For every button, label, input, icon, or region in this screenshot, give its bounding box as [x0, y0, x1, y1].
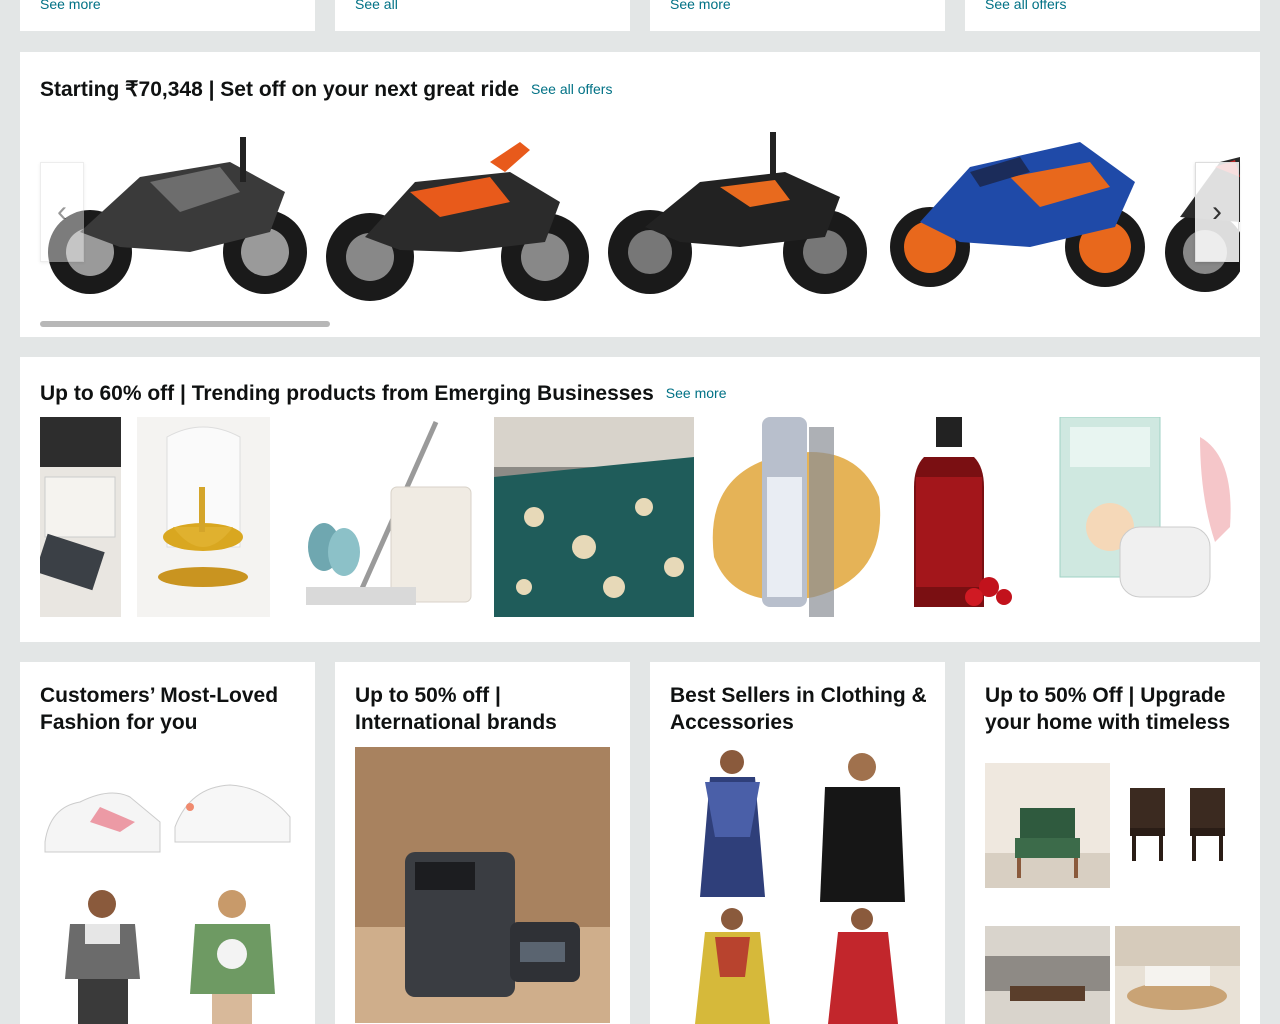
- card-title: Up to 50% Off | Upgrade your home with t…: [985, 684, 1231, 734]
- motorcycle-image: [326, 142, 589, 301]
- armchair-tile[interactable]: [985, 763, 1110, 888]
- bike-item[interactable]: [320, 122, 590, 302]
- carousel-next-button[interactable]: ›: [1195, 162, 1239, 262]
- trending-section-title: Up to 60% off | Trending products from E…: [40, 382, 727, 406]
- bikes-carousel-card: Starting ₹70,348 | Set off on your next …: [20, 52, 1260, 337]
- see-more-link[interactable]: See more: [666, 385, 727, 401]
- clothing-image: [40, 884, 165, 1024]
- living-room-tile[interactable]: [985, 926, 1110, 1024]
- black-polo-tile[interactable]: [800, 747, 925, 902]
- chevron-right-icon: ›: [1212, 195, 1222, 228]
- furniture-image: [1115, 926, 1240, 1024]
- product-image: [1050, 417, 1240, 617]
- trending-products-card: Up to 60% off | Trending products from E…: [20, 357, 1260, 642]
- bike-item[interactable]: [880, 122, 1150, 302]
- see-more-link[interactable]: See more: [40, 0, 101, 12]
- clothing-image: [800, 907, 925, 1024]
- plastic-chairs-tile[interactable]: [1115, 763, 1240, 888]
- top-card-3: See more: [650, 0, 945, 31]
- carousel-scroll-thumb[interactable]: [40, 321, 330, 327]
- coffee-table-tile[interactable]: [1115, 926, 1240, 1024]
- see-all-offers-link[interactable]: See all offers: [985, 0, 1066, 12]
- clothing-bestsellers-card: Best Sellers in Clothing & Accessories: [650, 662, 945, 1024]
- bikes-title-text: Starting ₹70,348 | Set off on your next …: [40, 78, 520, 101]
- furniture-image: [1115, 763, 1240, 888]
- fashion-card: Customers’ Most-Loved Fashion for you: [20, 662, 315, 1024]
- chevron-left-icon: ‹: [57, 195, 67, 228]
- top-card-1: See more: [20, 0, 315, 31]
- red-kurta-tile[interactable]: [800, 907, 925, 1024]
- product-image: [137, 417, 270, 617]
- clothing-image: [670, 747, 795, 902]
- product-image: [704, 417, 884, 617]
- international-brands-card: Up to 50% off | International brands: [335, 662, 630, 1024]
- see-all-offers-link[interactable]: See all offers: [531, 81, 612, 97]
- product-brass-diya[interactable]: [137, 417, 270, 617]
- product-image: [494, 417, 694, 617]
- bike-item[interactable]: [600, 122, 870, 302]
- clothing-image: [170, 884, 295, 1024]
- see-more-link[interactable]: See more: [670, 0, 731, 12]
- top-card-2: See all: [335, 0, 630, 31]
- trending-title-text: Up to 60% off | Trending products from E…: [40, 382, 654, 405]
- power-station-tile[interactable]: [355, 747, 610, 1023]
- product-image: [286, 417, 484, 617]
- power-station-image: [355, 747, 610, 1023]
- yellow-kurta-tile[interactable]: [670, 907, 795, 1024]
- furniture-image: [985, 763, 1110, 888]
- sneakers-image: [170, 767, 295, 862]
- furniture-image: [985, 926, 1110, 1024]
- see-all-link[interactable]: See all: [355, 0, 398, 12]
- blue-kurta-tile[interactable]: [670, 747, 795, 902]
- sneakers-image: [40, 767, 165, 862]
- carousel-prev-button[interactable]: ‹: [40, 162, 84, 262]
- product-kitchen-mat[interactable]: [40, 417, 121, 617]
- card-title: Best Sellers in Clothing & Accessories: [670, 684, 927, 734]
- product-serum[interactable]: [704, 417, 884, 617]
- product-cranberry-juice[interactable]: [894, 417, 1024, 617]
- women-tee-tile[interactable]: [170, 884, 295, 1024]
- card-title: Customers’ Most-Loved Fashion for you: [40, 684, 279, 734]
- motorcycle-image: [608, 132, 867, 294]
- product-image: [40, 417, 121, 617]
- product-baby-nail-trimmer[interactable]: [1050, 417, 1240, 617]
- clothing-image: [800, 747, 925, 902]
- clothing-image: [670, 907, 795, 1024]
- product-bedsheet[interactable]: [494, 417, 694, 617]
- product-image: [894, 417, 1024, 617]
- motorcycle-image: [890, 142, 1145, 287]
- product-flat-mop[interactable]: [286, 417, 484, 617]
- top-card-4: See all offers: [965, 0, 1260, 31]
- sneakers-pink-tile[interactable]: [40, 767, 165, 862]
- bikes-section-title: Starting ₹70,348 | Set off on your next …: [40, 77, 612, 102]
- card-title: Up to 50% off | International brands: [355, 684, 557, 734]
- men-polo-tile[interactable]: [40, 884, 165, 1024]
- home-upgrade-card: Up to 50% Off | Upgrade your home with t…: [965, 662, 1260, 1024]
- carousel-scrollbar[interactable]: [40, 321, 1240, 327]
- sneakers-white-tile[interactable]: [170, 767, 295, 862]
